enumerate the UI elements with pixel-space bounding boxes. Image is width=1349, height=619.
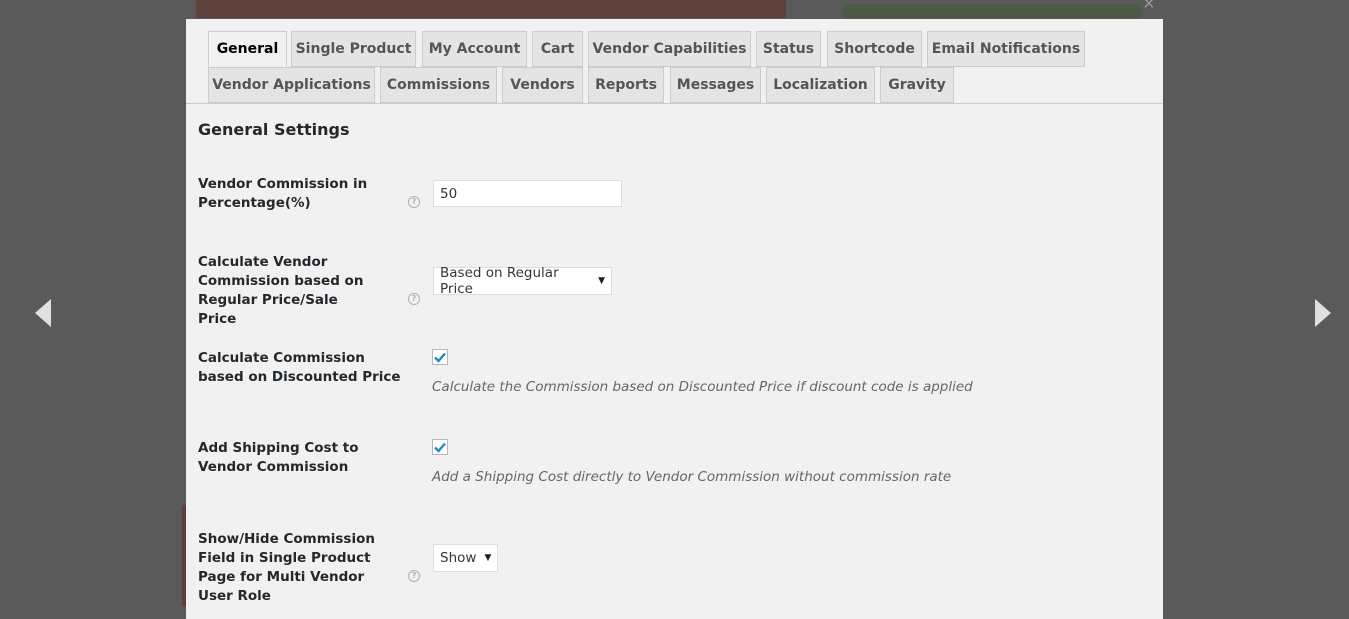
tab-my-account[interactable]: My Account — [422, 31, 527, 67]
settings-tabs: General Single Product My Account Cart V… — [186, 19, 1163, 104]
background-button — [843, 4, 1141, 18]
tab-vendor-capabilities[interactable]: Vendor Capabilities — [588, 31, 751, 67]
caret-down-icon: ▼ — [484, 553, 492, 563]
discounted-price-checkbox[interactable] — [432, 349, 448, 365]
tab-status[interactable]: Status — [756, 31, 821, 67]
caret-down-icon: ▼ — [598, 276, 605, 286]
tab-cart[interactable]: Cart — [532, 31, 583, 67]
tab-commissions[interactable]: Commissions — [380, 67, 497, 103]
show-hide-label: Show/Hide Commission Field in Single Pro… — [198, 531, 375, 604]
discounted-price-description: Calculate the Commission based on Discou… — [432, 379, 973, 395]
lightbox-panel: General Single Product My Account Cart V… — [186, 19, 1163, 619]
checkmark-icon — [434, 352, 446, 363]
prev-arrow-icon[interactable] — [31, 293, 55, 333]
tab-gravity[interactable]: Gravity — [880, 67, 954, 103]
show-hide-value: Show — [440, 550, 477, 566]
commission-basis-select[interactable]: Based on Regular Price ▼ — [433, 265, 612, 297]
commission-basis-label: Calculate Vendor Commission based on Reg… — [198, 254, 364, 327]
tab-general[interactable]: General — [208, 31, 287, 67]
tab-localization[interactable]: Localization — [766, 67, 875, 103]
background-banner — [196, 0, 786, 18]
tab-email-notifications[interactable]: Email Notifications — [927, 31, 1085, 67]
next-arrow-icon[interactable] — [1311, 293, 1335, 333]
show-hide-select[interactable]: Show ▼ — [433, 544, 498, 572]
help-icon[interactable]: ? — [408, 196, 420, 208]
discounted-price-label: Calculate Commission based on Discounted… — [198, 350, 401, 385]
vendor-commission-input[interactable] — [433, 180, 622, 207]
close-icon[interactable]: × — [1143, 0, 1155, 14]
help-icon[interactable]: ? — [408, 293, 420, 305]
vendor-commission-label: Vendor Commission in Percentage(%) — [198, 176, 368, 211]
tab-messages[interactable]: Messages — [670, 67, 761, 103]
tab-vendors[interactable]: Vendors — [502, 67, 583, 103]
section-title: General Settings — [198, 120, 350, 139]
tab-shortcode[interactable]: Shortcode — [827, 31, 922, 67]
tab-vendor-applications[interactable]: Vendor Applications — [208, 67, 375, 103]
checkmark-icon — [434, 442, 446, 453]
shipping-cost-label: Add Shipping Cost to Vendor Commission — [198, 440, 359, 475]
tab-reports[interactable]: Reports — [588, 67, 664, 103]
shipping-cost-description: Add a Shipping Cost directly to Vendor C… — [432, 469, 952, 485]
tab-single-product[interactable]: Single Product — [291, 31, 416, 67]
help-icon[interactable]: ? — [408, 570, 420, 582]
commission-basis-value: Based on Regular Price — [440, 265, 559, 297]
shipping-cost-checkbox[interactable] — [432, 439, 448, 455]
